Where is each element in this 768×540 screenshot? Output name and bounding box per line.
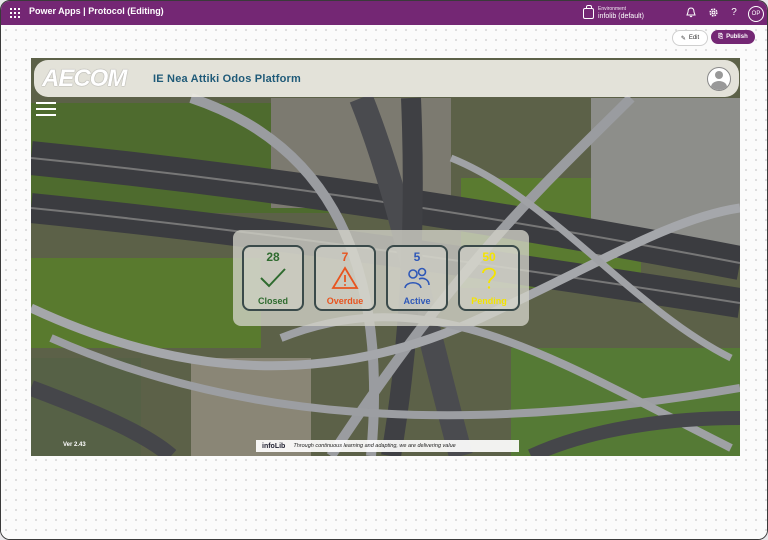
user-profile-icon[interactable]	[707, 67, 731, 91]
overdue-label: Overdue	[326, 296, 364, 306]
question-icon	[482, 267, 496, 289]
closed-label: Closed	[257, 296, 288, 306]
warning-icon	[331, 266, 359, 289]
app-header: AECOM IE Nea Attiki Odos Platform	[34, 60, 739, 97]
closed-tile[interactable]: 28 Closed	[242, 245, 304, 311]
hamburger-menu-icon[interactable]	[36, 102, 56, 116]
environment-icon	[583, 4, 594, 19]
people-icon	[404, 267, 430, 289]
environment-picker[interactable]: Environment infolib (default)	[583, 4, 644, 22]
environment-value: infolib (default)	[598, 13, 644, 20]
publish-button[interactable]: ⎘ Publish	[711, 30, 755, 44]
overdue-tile[interactable]: 7 Overdue	[314, 245, 376, 311]
pending-label: Pending	[471, 296, 507, 306]
active-label: Active	[403, 296, 431, 306]
edit-button[interactable]: ✎ Edit	[672, 30, 708, 46]
version-label: Ver 2.43	[63, 442, 86, 448]
pending-tile[interactable]: 50 Pending	[458, 245, 520, 311]
gear-icon[interactable]	[707, 7, 719, 19]
bell-icon[interactable]	[685, 7, 697, 19]
infolib-logo: infoLib	[262, 442, 286, 450]
publish-button-label: Publish	[726, 34, 748, 40]
app-window: Power Apps | Protocol (Editing) Environm…	[0, 0, 768, 540]
closed-count: 28	[266, 250, 280, 264]
checkmark-icon	[260, 268, 286, 288]
app-launcher-icon[interactable]	[10, 8, 20, 18]
pencil-icon: ✎	[680, 35, 686, 42]
pending-count: 50	[482, 250, 496, 264]
top-bar: Power Apps | Protocol (Editing) Environm…	[1, 1, 767, 25]
platform-title: IE Nea Attiki Odos Platform	[153, 73, 302, 85]
active-tile[interactable]: 5 Active	[386, 245, 448, 311]
status-summary-panel: 28 Closed 7 Overdue 5 Active 50 Pending	[233, 230, 529, 326]
user-avatar[interactable]: OP	[748, 6, 764, 22]
tagline: Through continuous learning and adapting…	[293, 443, 456, 449]
app-screen: AECOM IE Nea Attiki Odos Platform 28 Clo…	[31, 58, 740, 456]
active-count: 5	[413, 250, 421, 264]
environment-label: Environment	[598, 6, 627, 12]
aecom-logo: AECOM	[42, 65, 127, 92]
edit-button-label: Edit	[688, 35, 700, 41]
footer-band: infoLib Through continuous learning and …	[256, 440, 519, 452]
help-icon[interactable]: ?	[728, 7, 740, 19]
app-title: Power Apps | Protocol (Editing)	[29, 6, 164, 16]
publish-icon: ⎘	[718, 33, 724, 40]
overdue-count: 7	[341, 250, 349, 264]
